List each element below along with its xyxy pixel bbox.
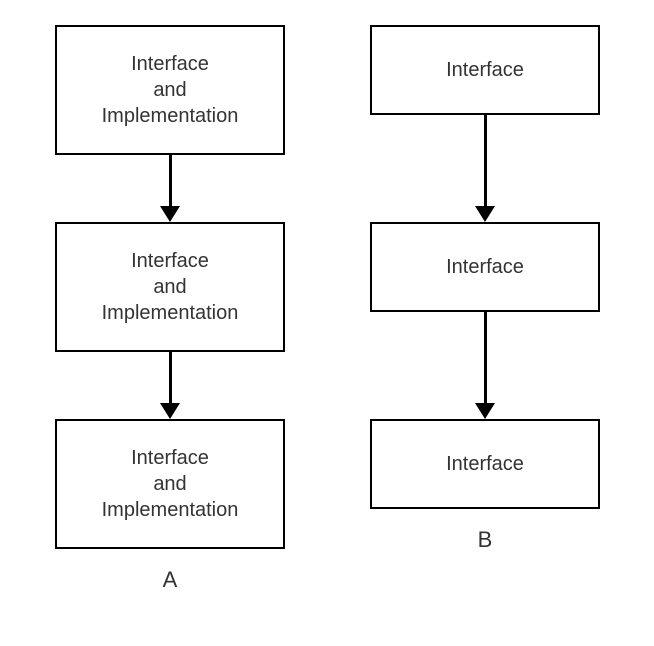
box-b-3: Interface: [370, 419, 600, 509]
box-b-2: Interface: [370, 222, 600, 312]
arrow-down-icon: [160, 403, 180, 419]
box-a-1-line1: Interface: [131, 51, 209, 77]
arrow-shaft-icon: [484, 312, 487, 404]
column-b: Interface Interface Interface B: [370, 25, 600, 553]
arrow-a-2: [160, 352, 180, 419]
arrow-down-icon: [475, 206, 495, 222]
box-a-3: Interface and Implementation: [55, 419, 285, 549]
box-a-2-line3: Implementation: [102, 300, 239, 326]
box-a-1-line2: and: [153, 77, 186, 103]
box-b-1: Interface: [370, 25, 600, 115]
box-a-3-line3: Implementation: [102, 497, 239, 523]
arrow-down-icon: [160, 206, 180, 222]
arrow-b-2: [475, 312, 495, 419]
arrow-shaft-icon: [169, 352, 172, 404]
box-a-2-line1: Interface: [131, 248, 209, 274]
column-b-label: B: [478, 527, 493, 553]
box-a-3-line2: and: [153, 471, 186, 497]
column-a-label: A: [163, 567, 178, 593]
arrow-a-1: [160, 155, 180, 222]
diagram-canvas: Interface and Implementation Interface a…: [0, 0, 654, 646]
arrow-shaft-icon: [169, 155, 172, 207]
box-a-2-line2: and: [153, 274, 186, 300]
arrow-shaft-icon: [484, 115, 487, 207]
box-b-3-line1: Interface: [446, 451, 524, 477]
box-b-2-line1: Interface: [446, 254, 524, 280]
box-b-1-line1: Interface: [446, 57, 524, 83]
box-a-1: Interface and Implementation: [55, 25, 285, 155]
box-a-3-line1: Interface: [131, 445, 209, 471]
column-a: Interface and Implementation Interface a…: [55, 25, 285, 593]
box-a-1-line3: Implementation: [102, 103, 239, 129]
arrow-b-1: [475, 115, 495, 222]
arrow-down-icon: [475, 403, 495, 419]
box-a-2: Interface and Implementation: [55, 222, 285, 352]
